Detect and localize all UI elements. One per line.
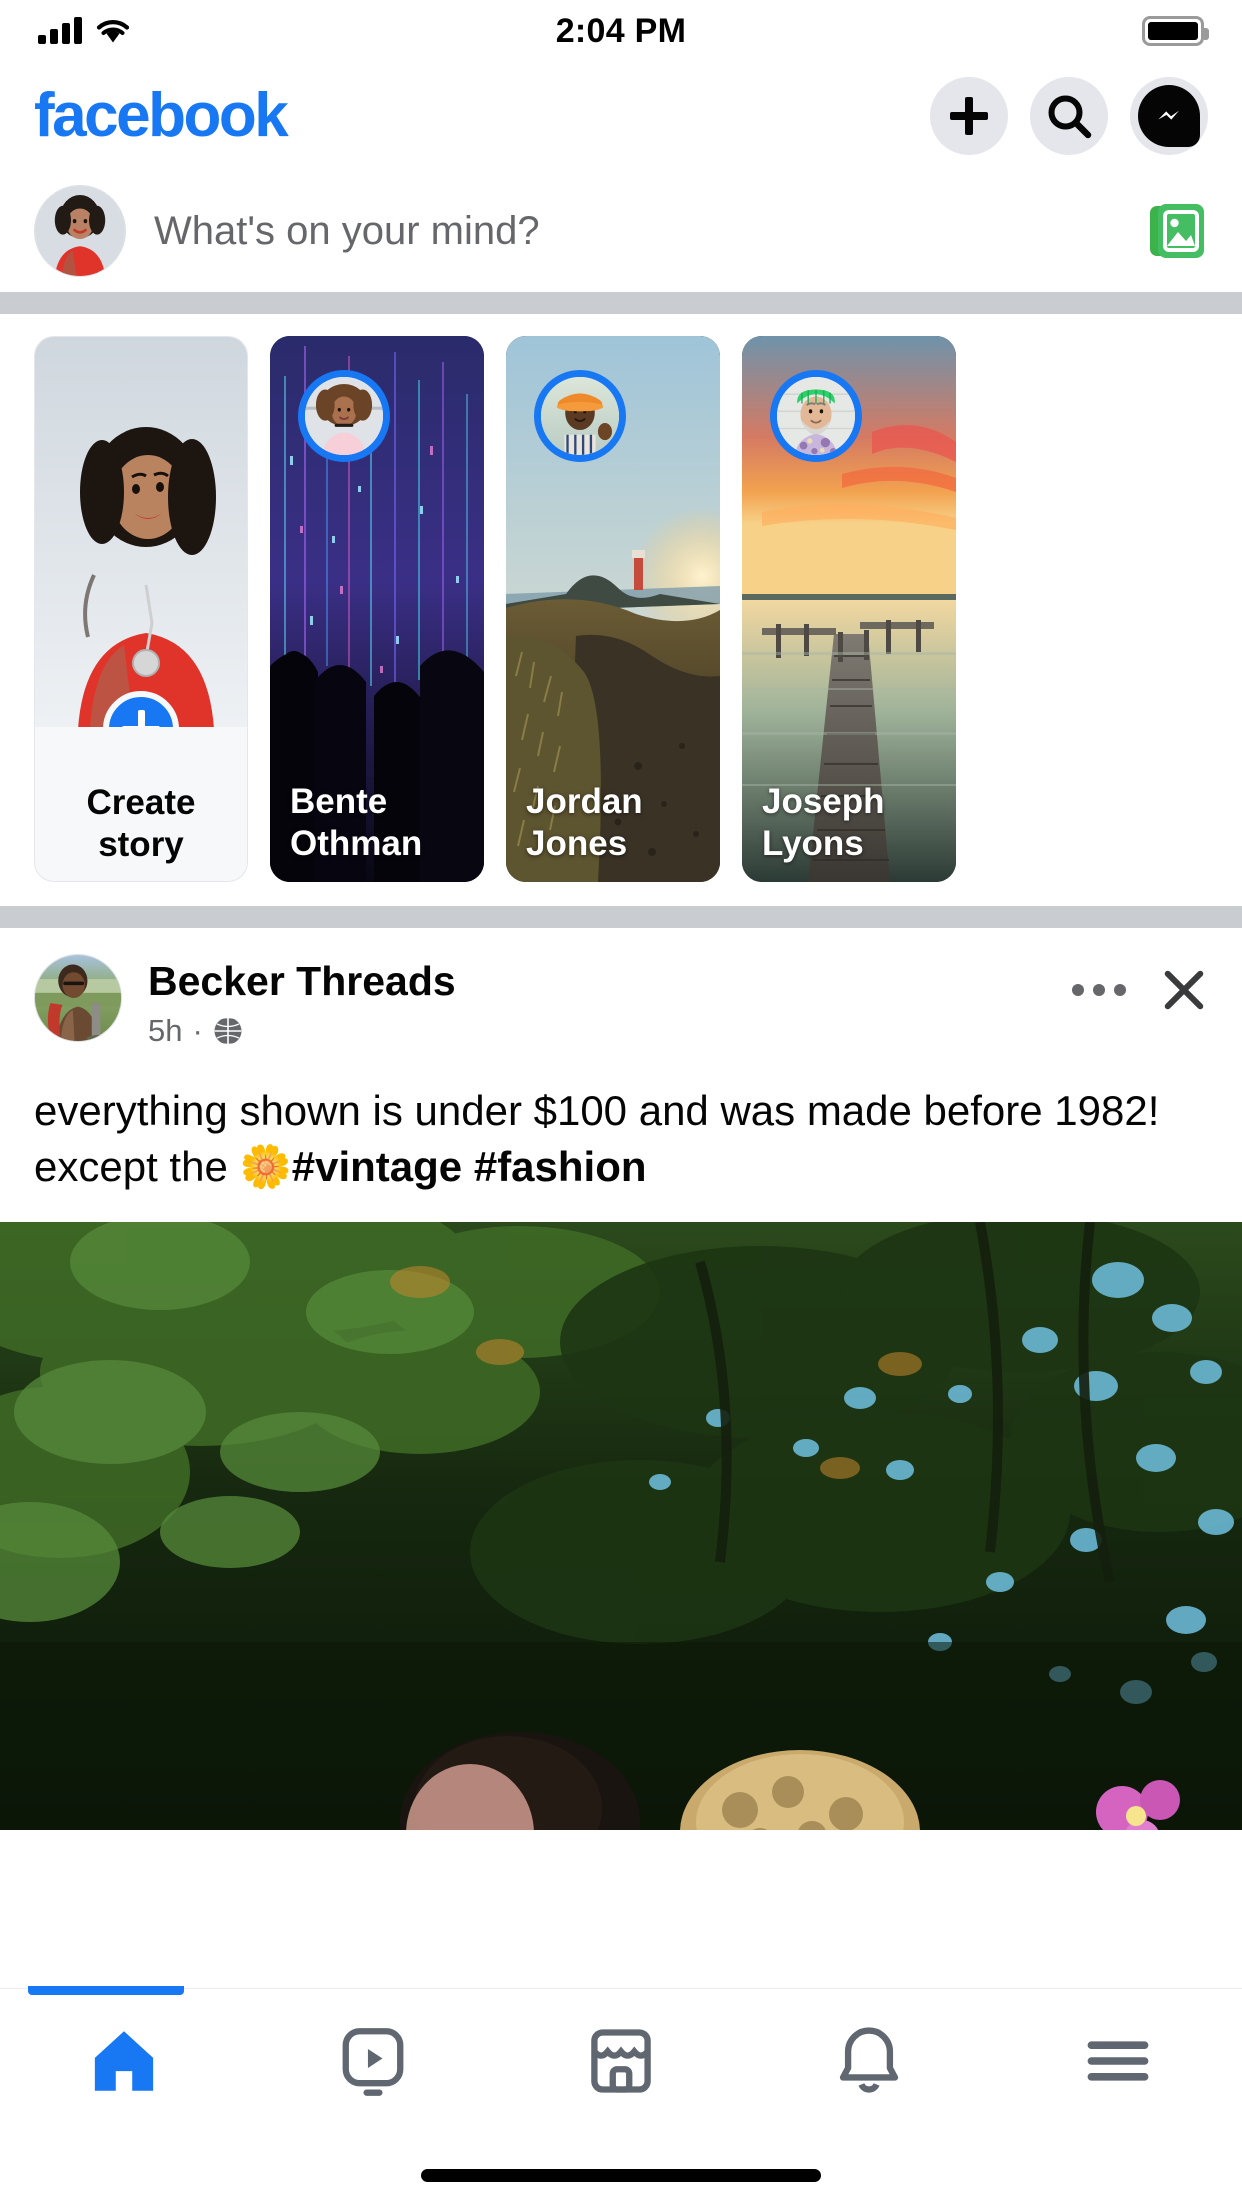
- nav-home[interactable]: [0, 1986, 248, 2133]
- post-timestamp: 5h: [148, 1013, 183, 1049]
- create-story-label: Create story: [86, 783, 196, 864]
- facebook-mobile-app: 2:04 PM facebook What's on your mind? Cr…: [0, 0, 1242, 2208]
- section-divider: [0, 292, 1242, 314]
- close-icon[interactable]: [1160, 966, 1208, 1014]
- create-button[interactable]: [930, 77, 1008, 155]
- create-story-thumbnail: [35, 337, 247, 729]
- post-subtitle: 5h ·: [148, 1013, 456, 1049]
- header-actions: [930, 77, 1208, 155]
- feed-post: Becker Threads 5h · everything shown is …: [0, 928, 1242, 1831]
- facebook-logo[interactable]: facebook: [34, 85, 289, 147]
- home-indicator: [421, 2169, 821, 2182]
- status-bar-right: [1142, 16, 1209, 46]
- story-card-joseph-lyons[interactable]: Joseph Lyons: [742, 336, 956, 882]
- story-name: Bente Othman: [290, 782, 423, 863]
- hamburger-menu-icon: [1087, 2041, 1149, 2081]
- stories-tray: Create story Bente Othman Jordan Jones J…: [0, 314, 1242, 906]
- search-icon: [1048, 95, 1092, 139]
- home-icon: [95, 2031, 154, 2091]
- story-card-jordan-jones[interactable]: Jordan Jones: [506, 336, 720, 882]
- story-name: Joseph Lyons: [762, 782, 885, 863]
- app-header: facebook: [0, 62, 1242, 170]
- video-watch-icon: [342, 2028, 404, 2096]
- more-options-icon[interactable]: [1072, 984, 1126, 996]
- section-divider-2: [0, 906, 1242, 928]
- post-emoji: 🌼: [239, 1142, 292, 1190]
- post-header: Becker Threads 5h ·: [0, 928, 1242, 1049]
- story-name: Jordan Jones: [526, 782, 643, 863]
- search-button[interactable]: [1030, 77, 1108, 155]
- status-bar: 2:04 PM: [0, 0, 1242, 62]
- messenger-button[interactable]: [1130, 77, 1208, 155]
- post-text: everything shown is under $100 and was m…: [0, 1049, 1242, 1222]
- post-header-actions: [1072, 954, 1208, 1014]
- story-avatar-ring: [534, 370, 626, 462]
- story-card-bente-othman[interactable]: Bente Othman: [270, 336, 484, 882]
- post-hashtags[interactable]: #vintage #fashion: [292, 1143, 647, 1190]
- plus-icon: [950, 97, 988, 135]
- messenger-icon: [1138, 85, 1200, 147]
- post-separator: ·: [192, 1013, 203, 1049]
- marketplace-store-icon: [591, 2029, 651, 2093]
- globe-public-icon: [212, 1016, 243, 1046]
- active-tab-indicator: [28, 1986, 184, 1995]
- post-meta: Becker Threads 5h ·: [148, 954, 456, 1049]
- post-author-name[interactable]: Becker Threads: [148, 958, 456, 1005]
- story-avatar-ring: [770, 370, 862, 462]
- status-bar-clock: 2:04 PM: [555, 11, 687, 50]
- create-story-footer: Create story: [35, 727, 247, 881]
- bottom-nav-items: [0, 1986, 1242, 2133]
- composer-placeholder[interactable]: What's on your mind?: [154, 209, 1118, 254]
- post-author-avatar[interactable]: [34, 954, 122, 1042]
- nav-video[interactable]: [248, 1989, 496, 2133]
- post-composer[interactable]: What's on your mind?: [0, 170, 1242, 292]
- post-image[interactable]: [0, 1222, 1242, 1831]
- story-avatar-ring: [298, 370, 390, 462]
- avatar[interactable]: [34, 185, 126, 277]
- create-story-card[interactable]: Create story: [34, 336, 248, 882]
- photo-gallery-icon[interactable]: [1146, 200, 1208, 262]
- stories-row[interactable]: Create story Bente Othman Jordan Jones J…: [0, 336, 1242, 882]
- battery-full-icon: [1142, 16, 1209, 46]
- bell-notification-icon: [840, 2027, 899, 2093]
- bottom-navigation: [0, 1986, 1242, 2208]
- nav-marketplace[interactable]: [497, 1989, 745, 2133]
- nav-menu[interactable]: [994, 1989, 1242, 2133]
- nav-notifications[interactable]: [745, 1989, 993, 2133]
